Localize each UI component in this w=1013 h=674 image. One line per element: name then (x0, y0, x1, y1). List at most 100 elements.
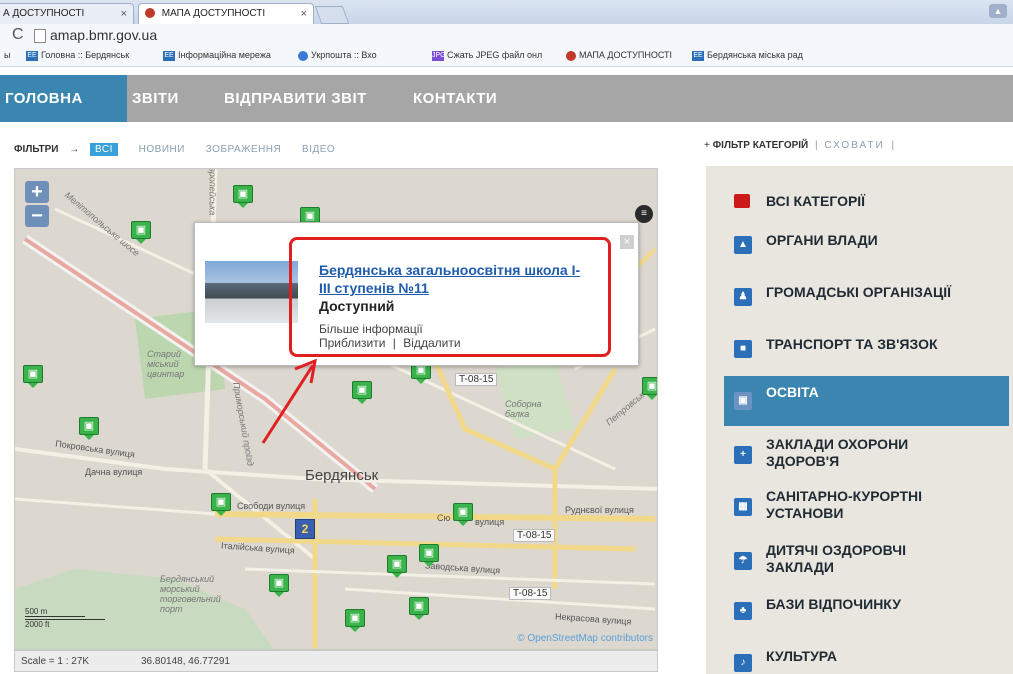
map-marker[interactable]: ▣ (79, 417, 99, 440)
organizations-icon: ♟ (734, 288, 752, 306)
new-tab-button[interactable] (314, 6, 350, 24)
marker-cluster[interactable]: 2 (295, 519, 315, 539)
sanatorium-icon: ▦ (734, 498, 752, 516)
map-label-port: Бердянський морський торговельний порт (160, 574, 221, 614)
bookmark-item[interactable]: ЕЕ Бердянська міська рад (692, 50, 803, 61)
filter-images[interactable]: ЗОБРАЖЕННЯ (206, 144, 282, 155)
filter-video[interactable]: ВІДЕО (302, 144, 335, 155)
category-health[interactable]: + ЗАКЛАДИ ОХОРОНИ ЗДОРОВ'Я (706, 436, 1013, 476)
map-marker[interactable]: ▣ (387, 555, 407, 578)
map-marker[interactable]: ▣ (352, 381, 372, 404)
favicon-icon (145, 8, 155, 19)
filters-bar: ФІЛЬТРИ → ВСІ НОВИНИ ЗОБРАЖЕННЯ ВІДЕО (14, 143, 353, 156)
category-organizations[interactable]: ♟ ГРОМАДСЬКІ ОРГАНІЗАЦІЇ (706, 280, 1013, 314)
map-marker[interactable]: ▣ (345, 609, 365, 632)
category-all[interactable]: ВСІ КАТЕГОРІЇ (706, 190, 1013, 212)
scale-m: 500 m (25, 607, 85, 617)
scale-ft: 2000 ft (25, 619, 105, 629)
map-label-sobornyi: Соборна балка (505, 399, 542, 419)
transport-icon: ■ (734, 340, 752, 358)
school-icon: ▣ (211, 493, 231, 511)
category-recreation[interactable]: ♣ БАЗИ ВІДПОЧИНКУ (706, 594, 1013, 628)
annotation-highlight-box (289, 237, 611, 357)
school-icon: ▣ (453, 503, 473, 521)
map-label-city: Бердянськ (305, 467, 379, 484)
url-field[interactable]: amap.bmr.gov.ua (50, 27, 157, 43)
map-status-bar: Scale = 1 : 27K 36.80148, 46.77291 (14, 650, 658, 672)
category-education[interactable]: ▣ ОСВІТА (724, 376, 1009, 426)
map-marker[interactable]: ▣ (233, 185, 253, 208)
main-navigation: ГОЛОВНА ЗВІТИ ВІДПРАВИТИ ЗВІТ КОНТАКТИ (0, 75, 1013, 122)
plus-icon[interactable]: + (704, 140, 713, 151)
bookmark-item[interactable]: Укрпошта :: Вхо (298, 50, 377, 61)
bookmark-item[interactable]: ЕЕ Інформаційна мережа (163, 50, 271, 61)
nav-contacts[interactable]: КОНТАКТИ (413, 75, 497, 122)
culture-icon: ♪ (734, 654, 752, 672)
category-culture[interactable]: ♪ КУЛЬТУРА (706, 646, 1013, 674)
government-icon: ▲ (734, 236, 752, 254)
category-transport[interactable]: ■ ТРАНСПОРТ ТА ЗВ'ЯЗОК (706, 332, 1013, 366)
map-marker[interactable]: ▣ (211, 493, 231, 516)
school-icon: ▣ (79, 417, 99, 435)
map-label-yevropeiska: Європейська (207, 168, 218, 216)
filter-news[interactable]: НОВИНИ (139, 144, 185, 155)
close-tab-icon[interactable]: × (301, 4, 307, 24)
favicon-icon (566, 50, 576, 61)
nav-send-report[interactable]: ВІДПРАВИТИ ЗВІТ (224, 75, 367, 122)
category-label: ДИТЯЧІ ОЗДОРОВЧІ ЗАКЛАДИ (766, 542, 906, 575)
map-label-dachna: Дачна вулиця (85, 467, 143, 477)
close-tab-icon[interactable]: × (121, 4, 127, 24)
zoom-in-button[interactable]: + (25, 181, 49, 203)
category-label: ВСІ КАТЕГОРІЇ (766, 193, 866, 209)
jpg-icon: JPG (432, 50, 446, 61)
bookmark-icon: ЕЕ (692, 50, 704, 61)
address-bar: C amap.bmr.gov.ua (0, 24, 1013, 46)
recreation-icon: ♣ (734, 602, 752, 620)
category-label: ЗАКЛАДИ ОХОРОНИ ЗДОРОВ'Я (766, 436, 909, 469)
map-label-rudnevoi: Руднєвої вулиця (565, 505, 634, 515)
tab-label: А ДОСТУПНОСТІ (3, 8, 85, 19)
red-square-icon (734, 194, 750, 208)
map-marker[interactable]: ▣ (419, 544, 439, 567)
category-children-camps[interactable]: ☂ ДИТЯЧІ ОЗДОРОВЧІ ЗАКЛАДИ (706, 542, 1013, 582)
hide-categories-link[interactable]: СХОВАТИ (824, 140, 884, 151)
map-label-vulytsia: вулиця (475, 517, 505, 527)
school-icon: ▣ (387, 555, 407, 573)
browser-tab-2[interactable]: МАПА ДОСТУПНОСТІ × (138, 3, 314, 24)
bookmark-icon: ЕЕ (26, 50, 38, 61)
map-attribution[interactable]: © OpenStreetMap contributors (517, 633, 653, 644)
school-icon: ▣ (419, 544, 439, 562)
map-marker[interactable]: ▣ (131, 221, 151, 244)
map-marker[interactable]: ▣ (453, 503, 473, 526)
road-label: T-08-15 (513, 529, 556, 542)
bookmark-item[interactable]: JPGСжать JPEG файл онл (432, 50, 542, 61)
browser-tab-1[interactable]: А ДОСТУПНОСТІ × (0, 3, 134, 24)
annotation-arrow (261, 358, 317, 444)
arrow-right-icon: → (69, 144, 80, 155)
filter-all[interactable]: ВСІ (90, 143, 118, 156)
category-label: ТРАНСПОРТ ТА ЗВ'ЯЗОК (766, 336, 938, 352)
nav-home[interactable]: ГОЛОВНА (0, 75, 127, 122)
bookmarks-bar: ы ЕЕ Головна :: Бердянськ ЕЕ Інформаційна … (0, 46, 1013, 67)
map-marker[interactable]: ▣ (23, 365, 43, 388)
bookmark-item[interactable]: ы (4, 50, 10, 60)
bookmark-item[interactable]: МАПА ДОСТУПНОСТІ (566, 50, 672, 61)
layers-icon[interactable]: ≡ (635, 205, 653, 223)
page-icon (34, 29, 46, 43)
map-marker[interactable]: ▣ (269, 574, 289, 597)
category-government[interactable]: ▲ ОРГАНИ ВЛАДИ (706, 228, 1013, 262)
reload-icon[interactable]: C (12, 26, 24, 44)
category-label: ОСВІТА (766, 384, 819, 400)
category-sanatorium[interactable]: ▦ САНІТАРНО-КУРОРТНІ УСТАНОВИ (706, 488, 1013, 528)
user-icon[interactable]: ▲ (989, 4, 1007, 18)
map-marker[interactable]: ▣ (409, 597, 429, 620)
school-icon: ▣ (642, 377, 657, 395)
school-icon: ▣ (269, 574, 289, 592)
zoom-out-button[interactable]: − (25, 205, 49, 227)
bookmark-icon: ЕЕ (163, 50, 175, 61)
category-label: ОРГАНИ ВЛАДИ (766, 232, 878, 248)
close-icon[interactable]: × (620, 235, 634, 249)
bookmark-item[interactable]: ЕЕ Головна :: Бердянськ (26, 50, 129, 61)
map-marker[interactable]: ▣ (642, 377, 657, 400)
nav-reports[interactable]: ЗВІТИ (132, 75, 179, 122)
